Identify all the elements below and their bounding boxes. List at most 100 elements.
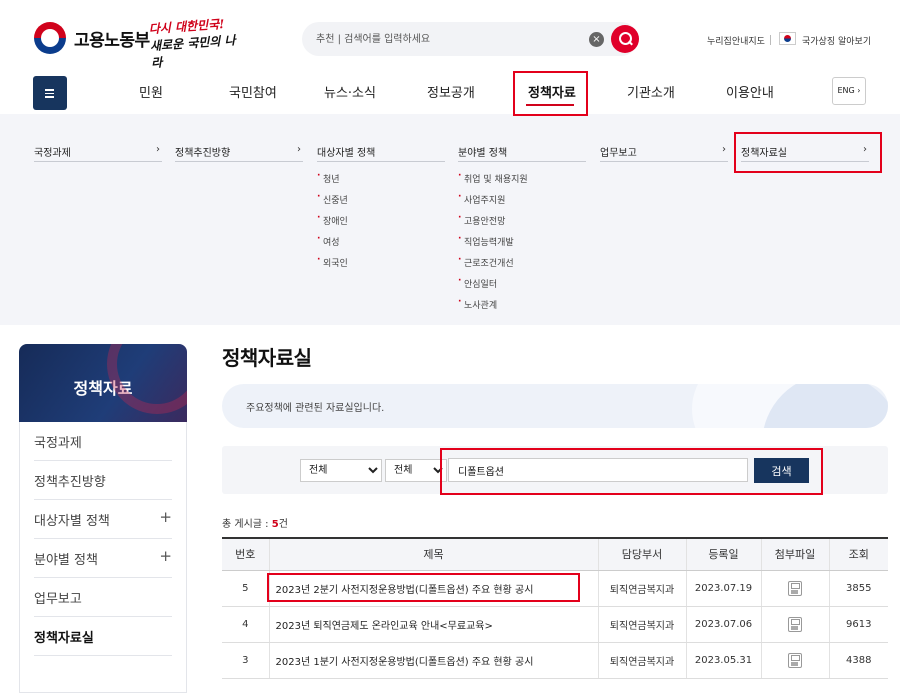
keyword-input[interactable]: [448, 458, 748, 482]
national-symbol-link[interactable]: 국가상징 알아보기: [802, 34, 871, 47]
plus-icon[interactable]: +: [159, 508, 172, 526]
lnb-item-target-policy[interactable]: 대상자별 정책 +: [34, 500, 172, 539]
gnb-civil-service[interactable]: 민원: [139, 82, 163, 101]
page-description-box: 주요정책에 관련된 자료실입니다.: [222, 384, 888, 428]
hamburger-line: [45, 92, 54, 94]
sitemap-link[interactable]: 누리집안내지도: [707, 34, 765, 47]
mega-head[interactable]: 정책자료실 ›: [741, 144, 869, 162]
mega-sub-item[interactable]: 외국인: [317, 255, 445, 277]
mega-col-field-policy: 분야별 정책 취업 및 채용지원 사업주지원 고용안전망 직업능력개발 근로조건…: [458, 144, 586, 319]
attachment-icon[interactable]: [788, 580, 802, 596]
field-select[interactable]: 전체: [385, 459, 447, 482]
mega-sub-item[interactable]: 신중년: [317, 192, 445, 214]
board-search-box: 전체 전체 검색: [222, 446, 888, 494]
mega-head[interactable]: 분야별 정책: [458, 144, 586, 162]
row-department: 퇴직연금복지과: [597, 642, 686, 679]
attachment-icon[interactable]: [788, 652, 802, 668]
row-date: 2023.05.31: [685, 642, 761, 679]
lnb-item-label: 업무보고: [34, 592, 82, 607]
row-attachment: [760, 570, 829, 607]
mega-head-label: 정책추진방향: [175, 148, 231, 159]
mega-col-policy-direction: 정책추진방향 ›: [175, 144, 303, 162]
chevron-right-icon: ›: [297, 144, 301, 155]
gnb-participation[interactable]: 국민참여: [229, 82, 277, 101]
lnb-item-label: 정책자료실: [34, 631, 94, 646]
mega-sub-item[interactable]: 직업능력개발: [458, 234, 586, 256]
lnb-item-policy-archive[interactable]: 정책자료실: [34, 617, 172, 656]
mega-head[interactable]: 대상자별 정책: [317, 144, 445, 162]
clear-icon[interactable]: ×: [589, 32, 604, 47]
mega-sub-item[interactable]: 노사관계: [458, 297, 586, 319]
lnb-list: 국정과제 정책추진방향 대상자별 정책 + 분야별 정책 + 업무보고 정책자료실: [19, 422, 187, 693]
top-header: 고용노동부 다시 대한민국! 새로운 국민의 나라 × 누리집안내지도 국가상징…: [0, 0, 900, 78]
mega-head[interactable]: 업무보고 ›: [600, 144, 728, 162]
table-row: 4 2023년 퇴직연금제도 온라인교육 안내<무료교육> 퇴직연금복지과 20…: [222, 606, 888, 643]
mega-sub-item[interactable]: 청년: [317, 171, 445, 193]
row-title-link[interactable]: 2023년 1분기 사전지정운용방법(디폴트옵션) 주요 현황 공시: [268, 642, 598, 679]
search-icon[interactable]: [611, 25, 639, 53]
mega-sub-item[interactable]: 여성: [317, 234, 445, 256]
mega-head-label: 정책자료실: [741, 148, 787, 159]
lnb-item-label: 국정과제: [34, 436, 82, 451]
lnb-item-policy-direction[interactable]: 정책추진방향: [34, 461, 172, 500]
lnb-item-label: 대상자별 정책: [34, 514, 110, 529]
mega-head-label: 분야별 정책: [458, 148, 508, 159]
attachment-icon[interactable]: [788, 616, 802, 632]
language-button[interactable]: ENG ›: [832, 77, 866, 105]
total-unit: 건: [278, 519, 288, 530]
lnb-item-national-tasks[interactable]: 국정과제: [34, 422, 172, 461]
language-label: ENG: [837, 86, 855, 95]
all-menu-button[interactable]: [33, 76, 67, 110]
lnb-item-label: 정책추진방향: [34, 475, 106, 490]
chevron-right-icon: ›: [722, 144, 726, 155]
lnb-item-field-policy[interactable]: 분야별 정책 +: [34, 539, 172, 578]
column-header: 등록일: [685, 538, 761, 571]
mega-sub-item[interactable]: 고용안전망: [458, 213, 586, 235]
row-views: 4388: [828, 642, 888, 679]
main-navigation: 민원 국민참여 뉴스·소식 정보공개 정책자료 기관소개 이용안내 ENG ›: [0, 70, 900, 114]
total-number: 5: [271, 519, 279, 530]
mega-col-policy-archive: 정책자료실 ›: [741, 144, 869, 162]
chevron-right-icon: ›: [863, 144, 867, 155]
mega-head-label: 국정과제: [34, 148, 71, 159]
category-select[interactable]: 전체: [300, 459, 382, 482]
mega-sub-item[interactable]: 사업주지원: [458, 192, 586, 214]
mega-sub-item[interactable]: 장애인: [317, 213, 445, 235]
mega-head-label: 대상자별 정책: [317, 148, 376, 159]
row-department: 퇴직연금복지과: [597, 570, 686, 607]
gnb-guide[interactable]: 이용안내: [726, 82, 774, 101]
table-row: 3 2023년 1분기 사전지정운용방법(디폴트옵션) 주요 현황 공시 퇴직연…: [222, 642, 888, 679]
global-search-input[interactable]: [316, 30, 586, 48]
row-views: 9613: [828, 606, 888, 643]
slogan: 다시 대한민국! 새로운 국민의 나라: [148, 15, 243, 72]
mega-head[interactable]: 정책추진방향 ›: [175, 144, 303, 162]
column-header: 제목: [268, 538, 598, 571]
row-attachment: [760, 642, 829, 679]
row-title-link[interactable]: 2023년 2분기 사전지정운용방법(디폴트옵션) 주요 현황 공시: [268, 570, 598, 607]
row-title-link[interactable]: 2023년 퇴직연금제도 온라인교육 안내<무료교육>: [268, 606, 598, 643]
search-button[interactable]: 검색: [754, 458, 809, 483]
chevron-right-icon: ›: [156, 144, 160, 155]
gnb-about[interactable]: 기관소개: [627, 82, 675, 101]
side-navigation: 정책자료 국정과제 정책추진방향 대상자별 정책 + 분야별 정책 + 업무보고 정…: [19, 344, 187, 693]
gnb-news[interactable]: 뉴스·소식: [324, 82, 376, 101]
mega-sub-item[interactable]: 근로조건개선: [458, 255, 586, 277]
row-date: 2023.07.19: [685, 570, 761, 607]
row-date: 2023.07.06: [685, 606, 761, 643]
column-header: 조회: [828, 538, 888, 571]
row-views: 3855: [828, 570, 888, 607]
ministry-logo[interactable]: 고용노동부: [34, 22, 150, 54]
mega-sub-item[interactable]: 취업 및 채용지원: [458, 171, 586, 193]
mega-sub-list: 취업 및 채용지원 사업주지원 고용안전망 직업능력개발 근로조건개선 안심일터…: [458, 171, 586, 319]
mega-head[interactable]: 국정과제 ›: [34, 144, 162, 162]
lnb-title: 정책자료: [73, 379, 133, 398]
row-department: 퇴직연금복지과: [597, 606, 686, 643]
column-header: 번호: [222, 538, 269, 571]
mega-col-national-tasks: 국정과제 ›: [34, 144, 162, 162]
mega-sub-item[interactable]: 안심일터: [458, 276, 586, 298]
gnb-info-disclosure[interactable]: 정보공개: [427, 82, 475, 101]
gnb-policy-data[interactable]: 정책자료: [528, 82, 576, 101]
lnb-item-work-report[interactable]: 업무보고: [34, 578, 172, 617]
lnb-item-label: 분야별 정책: [34, 553, 98, 568]
plus-icon[interactable]: +: [159, 547, 172, 565]
